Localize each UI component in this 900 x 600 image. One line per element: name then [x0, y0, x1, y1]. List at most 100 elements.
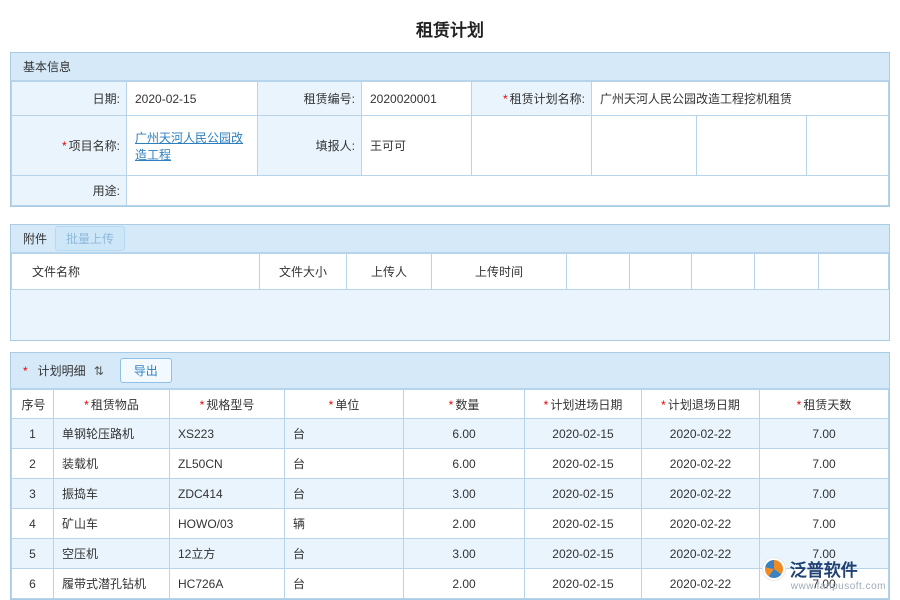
col-qty-label: 数量	[455, 398, 479, 412]
required-mark: *	[544, 398, 549, 412]
required-mark: *	[23, 364, 28, 378]
plan-detail-section-title: 计划明细	[38, 362, 86, 379]
basic-info-table: 日期: 2020-02-15 租赁编号: 2020020001 *租赁计划名称:…	[11, 81, 889, 206]
cell-qty: 2.00	[404, 509, 525, 539]
cell-unit: 台	[285, 479, 404, 509]
vendor-watermark: 泛普软件 www.fanpusoft.com	[763, 556, 886, 592]
col-days: *租赁天数	[760, 390, 889, 419]
col-item: *租赁物品	[54, 390, 170, 419]
cell-enter-date: 2020-02-15	[525, 419, 642, 449]
basic-info-section-header: 基本信息	[11, 53, 889, 81]
required-mark: *	[84, 398, 89, 412]
page: 租赁计划 基本信息 日期: 2020-02-15 租赁编号: 202002000…	[0, 0, 900, 600]
cell-qty: 6.00	[404, 449, 525, 479]
cell-qty: 3.00	[404, 479, 525, 509]
attachments-section-title: 附件	[23, 230, 47, 247]
reporter-value: 王可可	[362, 116, 472, 176]
empty-cell	[755, 254, 819, 290]
empty-cell	[692, 254, 755, 290]
required-mark: *	[62, 139, 67, 153]
cell-exit-date: 2020-02-22	[642, 419, 760, 449]
plan-header-row: 序号 *租赁物品 *规格型号 *单位 *数量 *计划进场日期 *计划退场日期 *…	[12, 390, 889, 419]
cell-model: XS223	[170, 419, 285, 449]
plan-table-row[interactable]: 5 空压机 12立方 台 3.00 2020-02-15 2020-02-22 …	[12, 539, 889, 569]
cell-item: 单钢轮压路机	[54, 419, 170, 449]
cell-unit: 台	[285, 449, 404, 479]
batch-upload-button[interactable]: 批量上传	[55, 226, 125, 251]
attachments-panel: 附件 批量上传 文件名称 文件大小 上传人 上传时间	[10, 224, 890, 341]
date-label: 日期:	[12, 82, 127, 116]
cell-seq: 4	[12, 509, 54, 539]
col-uploader: 上传人	[347, 254, 432, 290]
col-seq-label: 序号	[21, 398, 45, 412]
cell-unit: 台	[285, 419, 404, 449]
required-mark: *	[200, 398, 205, 412]
plan-name-value: 广州天河人民公园改造工程挖机租赁	[592, 82, 889, 116]
plan-name-label-text: 租赁计划名称:	[510, 92, 585, 106]
cell-seq: 5	[12, 539, 54, 569]
basic-info-row: 日期: 2020-02-15 租赁编号: 2020020001 *租赁计划名称:…	[12, 82, 889, 116]
col-model-label: 规格型号	[206, 398, 254, 412]
rent-no-label: 租赁编号:	[258, 82, 362, 116]
purpose-value	[127, 176, 889, 206]
empty-cell	[630, 254, 692, 290]
purpose-label: 用途:	[12, 176, 127, 206]
cell-enter-date: 2020-02-15	[525, 449, 642, 479]
plan-table-row[interactable]: 1 单钢轮压路机 XS223 台 6.00 2020-02-15 2020-02…	[12, 419, 889, 449]
vendor-site: www.fanpusoft.com	[791, 581, 886, 592]
reporter-label: 填报人:	[258, 116, 362, 176]
project-link[interactable]: 广州天河人民公园改造工程	[135, 131, 243, 162]
vendor-logo-icon	[763, 558, 785, 580]
cell-model: 12立方	[170, 539, 285, 569]
plan-name-label: *租赁计划名称:	[472, 82, 592, 116]
cell-exit-date: 2020-02-22	[642, 569, 760, 599]
plan-table-row[interactable]: 4 矿山车 HOWO/03 辆 2.00 2020-02-15 2020-02-…	[12, 509, 889, 539]
cell-qty: 3.00	[404, 539, 525, 569]
col-exit-date-label: 计划退场日期	[668, 398, 740, 412]
cell-enter-date: 2020-02-15	[525, 479, 642, 509]
basic-info-section-title: 基本信息	[23, 58, 71, 75]
basic-info-row: 用途:	[12, 176, 889, 206]
cell-unit: 辆	[285, 509, 404, 539]
cell-days: 7.00	[760, 479, 889, 509]
cell-model: ZL50CN	[170, 449, 285, 479]
col-days-label: 租赁天数	[803, 398, 851, 412]
export-button[interactable]: 导出	[120, 358, 172, 383]
cell-item: 振捣车	[54, 479, 170, 509]
empty-cell	[819, 254, 889, 290]
cell-model: HC726A	[170, 569, 285, 599]
cell-exit-date: 2020-02-22	[642, 479, 760, 509]
col-file-name: 文件名称	[12, 254, 260, 290]
required-mark: *	[329, 398, 334, 412]
date-value: 2020-02-15	[127, 82, 258, 116]
plan-detail-panel: *计划明细 ⇅ 导出 序号 *租赁物品 *规格型号 *单位 *数量 *计划进场日…	[10, 352, 890, 600]
cell-unit: 台	[285, 539, 404, 569]
cell-days: 7.00	[760, 449, 889, 479]
required-mark: *	[797, 398, 802, 412]
project-label-text: 项目名称:	[69, 139, 120, 153]
cell-seq: 6	[12, 569, 54, 599]
cell-exit-date: 2020-02-22	[642, 449, 760, 479]
attachments-table: 文件名称 文件大小 上传人 上传时间	[11, 253, 889, 290]
cell-enter-date: 2020-02-15	[525, 539, 642, 569]
plan-table-row[interactable]: 6 履带式潜孔钻机 HC726A 台 2.00 2020-02-15 2020-…	[12, 569, 889, 599]
required-mark: *	[449, 398, 454, 412]
cell-qty: 6.00	[404, 419, 525, 449]
col-seq: 序号	[12, 390, 54, 419]
cell-exit-date: 2020-02-22	[642, 509, 760, 539]
cell-days: 7.00	[760, 419, 889, 449]
plan-detail-section-header: * 计划明细 ⇅ 导出	[11, 353, 889, 389]
page-title: 租赁计划	[0, 0, 900, 52]
plan-table-row[interactable]: 2 装载机 ZL50CN 台 6.00 2020-02-15 2020-02-2…	[12, 449, 889, 479]
cell-item: 空压机	[54, 539, 170, 569]
plan-detail-table: 序号 *租赁物品 *规格型号 *单位 *数量 *计划进场日期 *计划退场日期 *…	[11, 389, 889, 599]
cell-item: 装载机	[54, 449, 170, 479]
sort-icon[interactable]: ⇅	[94, 364, 104, 378]
cell-days: 7.00	[760, 509, 889, 539]
basic-info-panel: 基本信息 日期: 2020-02-15 租赁编号: 2020020001 *租赁…	[10, 52, 890, 207]
plan-table-row[interactable]: 3 振捣车 ZDC414 台 3.00 2020-02-15 2020-02-2…	[12, 479, 889, 509]
empty-cell	[807, 116, 889, 176]
attachments-empty-area	[11, 290, 889, 340]
attachments-section-header: 附件 批量上传	[11, 225, 889, 253]
empty-cell	[472, 116, 592, 176]
